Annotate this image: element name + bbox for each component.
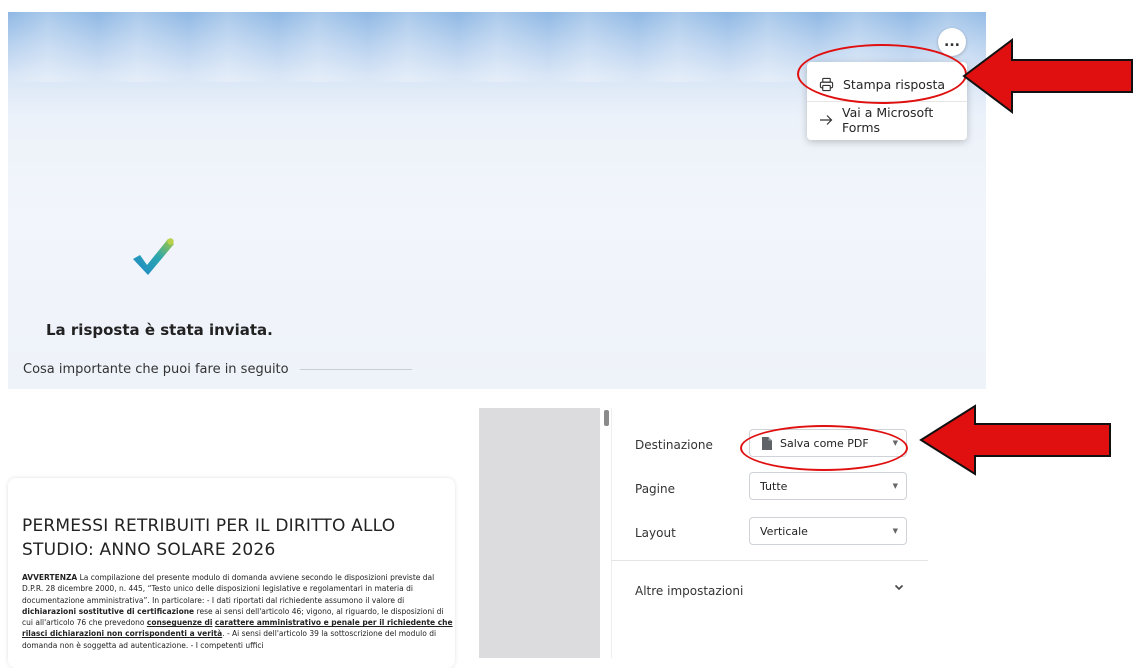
next-steps-heading: Cosa importante che puoi fare in seguito — [23, 362, 289, 377]
chevron-down-icon: ▼ — [892, 527, 898, 535]
settings-divider — [611, 560, 928, 561]
pages-value: Tutte — [760, 479, 788, 493]
print-preview-page: PERMESSI RETRIBUITI PER IL DIRITTO ALLO … — [8, 478, 455, 668]
document-title: PERMESSI RETRIBUITI PER IL DIRITTO ALLO … — [22, 516, 396, 560]
highlight-circle-print — [797, 44, 967, 104]
body-bold-text: dichiarazioni sostitutive di certificazi… — [22, 606, 195, 616]
pages-label: Pagine — [635, 482, 675, 496]
document-body: AVVERTENZA La compilazione del presente … — [22, 572, 454, 651]
red-arrow-icon — [962, 38, 1133, 114]
preview-scrollbar[interactable] — [604, 410, 609, 426]
go-to-forms-menu-item[interactable]: Vai a Microsoft Forms — [807, 104, 967, 136]
more-options-label: ... — [944, 34, 960, 50]
body-underlined-text: conseguenze di — [146, 618, 213, 628]
body-text: La compilazione del presente modulo di d… — [22, 573, 435, 605]
arrow-right-icon — [818, 112, 833, 128]
confirmation-title: La risposta è stata inviata. — [46, 321, 273, 339]
layout-value: Verticale — [760, 524, 808, 538]
more-settings-label[interactable]: Altre impostazioni — [635, 584, 743, 598]
expand-chevron-icon[interactable] — [893, 581, 905, 593]
go-to-forms-label: Vai a Microsoft Forms — [842, 105, 934, 135]
settings-panel-border — [611, 408, 612, 658]
warning-label: AVVERTENZA — [22, 573, 78, 582]
checkmark-icon — [133, 238, 174, 275]
next-steps-divider — [300, 369, 412, 370]
preview-background — [479, 408, 600, 658]
red-arrow-icon — [919, 404, 1111, 476]
layout-label: Layout — [635, 526, 676, 540]
destination-label: Destinazione — [635, 438, 713, 452]
chevron-down-icon: ▼ — [892, 482, 898, 490]
pages-select[interactable]: Tutte ▼ — [749, 472, 907, 500]
layout-select[interactable]: Verticale ▼ — [749, 517, 907, 545]
highlight-circle-destination — [740, 425, 908, 471]
